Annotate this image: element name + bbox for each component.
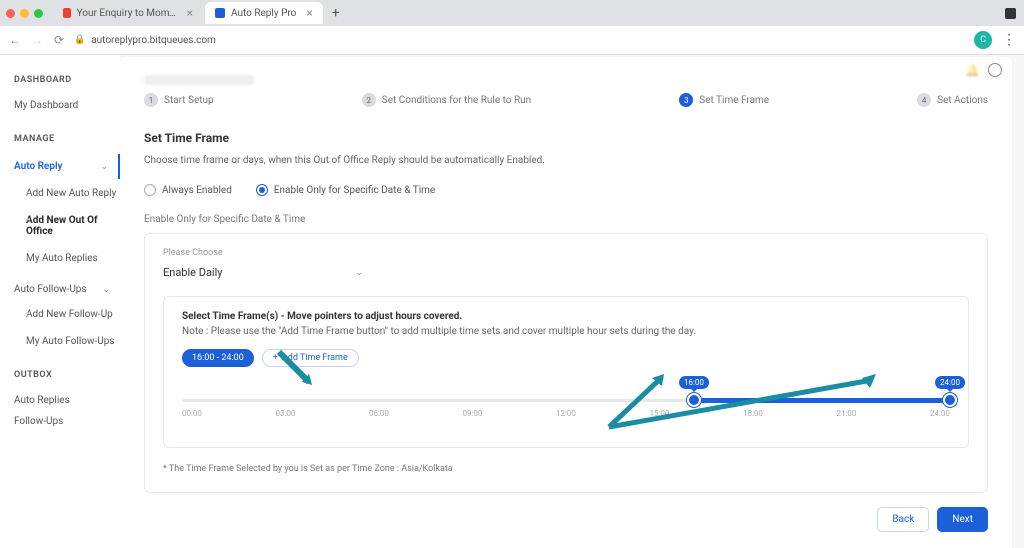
url-field[interactable]: 🔒 autoreplypro.bitqueues.com xyxy=(74,35,216,46)
sidebar-sub-auto-reply: Add New Auto Reply Add New Out Of Office… xyxy=(14,183,120,269)
back-icon[interactable]: ← xyxy=(8,33,22,47)
step-4[interactable]: 4Set Actions xyxy=(917,93,988,107)
sidebar-item-label: Auto Follow-Ups xyxy=(14,279,87,300)
timeframe-panel: Select Time Frame(s) - Move pointers to … xyxy=(163,296,969,448)
sidebar-sub-followups: Add New Follow-Up My Auto Follow-Ups xyxy=(14,304,120,352)
section-title: Set Time Frame xyxy=(144,131,988,145)
select-value: Enable Daily xyxy=(163,266,222,279)
gear-icon[interactable] xyxy=(988,63,1002,77)
chevron-down-icon: ⌄ xyxy=(355,268,363,278)
radio-always-enabled[interactable]: Always Enabled xyxy=(144,184,232,196)
profile-avatar[interactable]: C xyxy=(974,31,992,49)
radio-label: Enable Only for Specific Date & Time xyxy=(274,185,435,196)
step-3[interactable]: 3Set Time Frame xyxy=(679,93,769,107)
minimize-window-icon[interactable] xyxy=(20,9,29,18)
sidebar-item-add-followup[interactable]: Add New Follow-Up xyxy=(26,304,120,325)
notification-icon[interactable]: 🔔 xyxy=(965,63,980,77)
content-card: 🔔 1Start Setup 2Set Conditions for the R… xyxy=(120,57,1012,548)
browser-menu-icon[interactable]: ⋮ xyxy=(1002,32,1016,48)
forward-icon[interactable]: → xyxy=(30,33,44,47)
sidebar-item-my-dashboard[interactable]: My Dashboard xyxy=(14,95,120,116)
step-label: Start Setup xyxy=(164,95,214,106)
window-controls[interactable] xyxy=(6,9,43,18)
slider-handle-start[interactable]: 16:00 xyxy=(687,393,701,407)
timezone-note: * The Time Frame Selected by you is Set … xyxy=(163,464,969,474)
step-label: Set Conditions for the Rule to Run xyxy=(382,95,531,106)
time-range-slider[interactable]: 16:00 24:00 00:00 03:00 06:00 09:00 12:0… xyxy=(182,389,950,429)
radio-specific-date-time[interactable]: Enable Only for Specific Date & Time xyxy=(256,184,435,196)
sidebar-heading-manage: MANAGE xyxy=(14,134,120,144)
chevron-down-icon: ⌄ xyxy=(102,285,110,295)
browser-tab-gmail[interactable]: Your Enquiry to Mom's Bakery × xyxy=(53,2,203,24)
new-tab-button[interactable]: + xyxy=(325,5,347,21)
radio-icon xyxy=(256,184,268,196)
lock-icon: 🔒 xyxy=(74,35,85,45)
sidebar-item-my-auto-replies[interactable]: My Auto Replies xyxy=(26,248,120,269)
sidebar-heading-outbox: OUTBOX xyxy=(14,370,120,380)
back-button[interactable]: Back xyxy=(877,507,929,532)
footer-buttons: Back Next xyxy=(144,507,988,532)
sidebar-item-add-out-of-office[interactable]: Add New Out Of Office xyxy=(26,210,120,242)
tab-label: Auto Reply Pro xyxy=(231,8,296,19)
close-window-icon[interactable] xyxy=(6,9,15,18)
add-button-label: Add Time Frame xyxy=(282,353,348,363)
url-text: autoreplypro.bitqueues.com xyxy=(91,35,216,46)
sidebar: DASHBOARD My Dashboard MANAGE Auto Reply… xyxy=(0,55,120,548)
tab-label: Your Enquiry to Mom's Bakery xyxy=(77,8,177,19)
slider-ticks: 00:00 03:00 06:00 09:00 12:00 15:00 18:0… xyxy=(182,409,950,418)
next-button[interactable]: Next xyxy=(937,507,988,532)
sidebar-item-my-followups[interactable]: My Auto Follow-Ups xyxy=(26,331,120,352)
frequency-select[interactable]: Enable Daily ⌄ xyxy=(163,262,363,284)
maximize-window-icon[interactable] xyxy=(34,9,43,18)
enable-mode-radios: Always Enabled Enable Only for Specific … xyxy=(144,184,988,196)
sidebar-item-label: Auto Reply xyxy=(14,154,63,179)
sidebar-item-outbox-followups[interactable]: Follow-Ups xyxy=(14,411,120,432)
handle-end-label: 24:00 xyxy=(935,376,965,389)
timeframe-chip[interactable]: 16:00 - 24:00 xyxy=(182,349,254,367)
slider-handle-end[interactable]: 24:00 xyxy=(943,393,957,407)
close-icon[interactable]: × xyxy=(306,6,312,20)
address-bar: ← → ⟳ 🔒 autoreplypro.bitqueues.com C ⋮ xyxy=(0,26,1024,54)
sidebar-item-auto-followups[interactable]: Auto Follow-Ups ⌄ xyxy=(14,279,120,300)
step-1[interactable]: 1Start Setup xyxy=(144,93,214,107)
sidebar-item-outbox-auto-replies[interactable]: Auto Replies xyxy=(14,390,120,411)
tab-bar: Your Enquiry to Mom's Bakery × Auto Repl… xyxy=(0,0,1024,26)
browser-tab-app[interactable]: Auto Reply Pro × xyxy=(205,2,323,24)
main-area: 🔔 1Start Setup 2Set Conditions for the R… xyxy=(120,55,1024,548)
handle-start-label: 16:00 xyxy=(679,376,709,389)
add-timeframe-button[interactable]: + Add Time Frame xyxy=(262,349,359,367)
select-field-label: Please Choose xyxy=(163,248,969,258)
panel-label: Enable Only for Specific Date & Time xyxy=(144,214,988,225)
radio-label: Always Enabled xyxy=(162,185,232,196)
radio-icon xyxy=(144,184,156,196)
app-root: DASHBOARD My Dashboard MANAGE Auto Reply… xyxy=(0,55,1024,548)
sidebar-item-auto-reply[interactable]: Auto Reply ⌄ xyxy=(14,154,121,179)
plus-icon: + xyxy=(273,353,278,363)
sidebar-heading-dashboard: DASHBOARD xyxy=(14,75,120,85)
app-icon xyxy=(215,8,225,18)
sidebar-item-add-auto-reply[interactable]: Add New Auto Reply xyxy=(26,183,120,204)
reload-icon[interactable]: ⟳ xyxy=(52,33,66,47)
page-breadcrumb-placeholder xyxy=(144,75,254,85)
slider-fill xyxy=(694,398,950,403)
section-help: Choose time frame or days, when this Out… xyxy=(144,155,988,166)
step-label: Set Time Frame xyxy=(699,95,769,106)
gmail-icon xyxy=(63,8,71,18)
browser-chrome: Your Enquiry to Mom's Bakery × Auto Repl… xyxy=(0,0,1024,55)
chevron-down-icon: ⌄ xyxy=(100,162,108,172)
step-label: Set Actions xyxy=(937,95,988,106)
extension-icon[interactable] xyxy=(1005,8,1016,19)
step-2[interactable]: 2Set Conditions for the Rule to Run xyxy=(362,93,531,107)
close-icon[interactable]: × xyxy=(187,6,193,20)
specific-panel: Please Choose Enable Daily ⌄ Select Time… xyxy=(144,233,988,493)
stepper: 1Start Setup 2Set Conditions for the Rul… xyxy=(144,93,988,107)
timeframe-title: Select Time Frame(s) - Move pointers to … xyxy=(182,311,950,322)
timeframe-note: Note : Please use the "Add Time Frame bu… xyxy=(182,326,950,337)
